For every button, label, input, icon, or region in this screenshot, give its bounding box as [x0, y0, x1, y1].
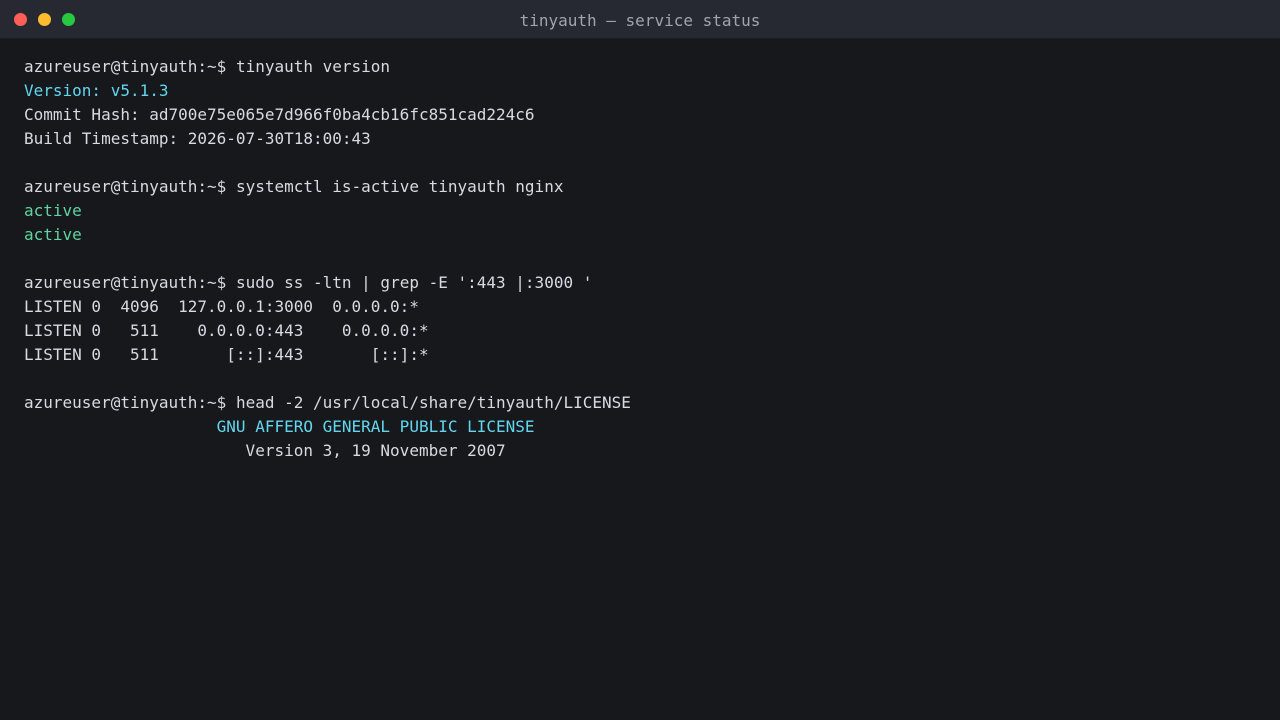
output-text: LISTEN 0 4096 127.0.0.1:3000 0.0.0.0:* — [24, 297, 419, 316]
shell-prompt: azureuser@tinyauth:~$ — [24, 177, 227, 196]
output-text: LISTEN 0 511 0.0.0.0:443 0.0.0.0:* — [24, 321, 429, 340]
output-line: LISTEN 0 511 [::]:443 [::]:* — [24, 343, 1256, 367]
output-text: GNU AFFERO GENERAL PUBLIC LICENSE — [24, 417, 535, 436]
output-line: Version 3, 19 November 2007 — [24, 439, 1256, 463]
command-line: azureuser@tinyauth:~$ head -2 /usr/local… — [24, 391, 1256, 415]
output-text: Commit Hash: ad700e75e065e7d966f0ba4cb16… — [24, 105, 535, 124]
output-text: Version 3, 19 November 2007 — [24, 441, 506, 460]
terminal-window: tinyauth — service status azureuser@tiny… — [0, 0, 1280, 720]
output-line: LISTEN 0 511 0.0.0.0:443 0.0.0.0:* — [24, 319, 1256, 343]
output-line: active — [24, 199, 1256, 223]
command-line: azureuser@tinyauth:~$ sudo ss -ltn | gre… — [24, 271, 1256, 295]
command-text: systemctl is-active tinyauth nginx — [235, 177, 564, 196]
output-text: active — [24, 225, 82, 244]
output-text: Version: v5.1.3 — [24, 81, 169, 100]
command-text: head -2 /usr/local/share/tinyauth/LICENS… — [235, 393, 631, 412]
title-bar[interactable]: tinyauth — service status — [0, 0, 1280, 39]
command-line: azureuser@tinyauth:~$ tinyauth version — [24, 55, 1256, 79]
output-line: Commit Hash: ad700e75e065e7d966f0ba4cb16… — [24, 103, 1256, 127]
window-title: tinyauth — service status — [519, 11, 761, 30]
command-text: tinyauth version — [235, 57, 391, 76]
shell-prompt: azureuser@tinyauth:~$ — [24, 393, 227, 412]
output-line: active — [24, 223, 1256, 247]
output-text: LISTEN 0 511 [::]:443 [::]:* — [24, 345, 429, 364]
output-line: Version: v5.1.3 — [24, 79, 1256, 103]
output-text: active — [24, 201, 82, 220]
shell-prompt: azureuser@tinyauth:~$ — [24, 57, 227, 76]
output-line: LISTEN 0 4096 127.0.0.1:3000 0.0.0.0:* — [24, 295, 1256, 319]
output-line: GNU AFFERO GENERAL PUBLIC LICENSE — [24, 415, 1256, 439]
shell-prompt: azureuser@tinyauth:~$ — [24, 273, 227, 292]
output-text: Build Timestamp: 2026-07-30T18:00:43 — [24, 129, 371, 148]
command-text: sudo ss -ltn | grep -E ':443 |:3000 ' — [235, 273, 593, 292]
terminal-output[interactable]: azureuser@tinyauth:~$ tinyauth version Ve… — [24, 55, 1256, 695]
output-line: Build Timestamp: 2026-07-30T18:00:43 — [24, 127, 1256, 151]
command-line: azureuser@tinyauth:~$ systemctl is-activ… — [24, 175, 1256, 199]
